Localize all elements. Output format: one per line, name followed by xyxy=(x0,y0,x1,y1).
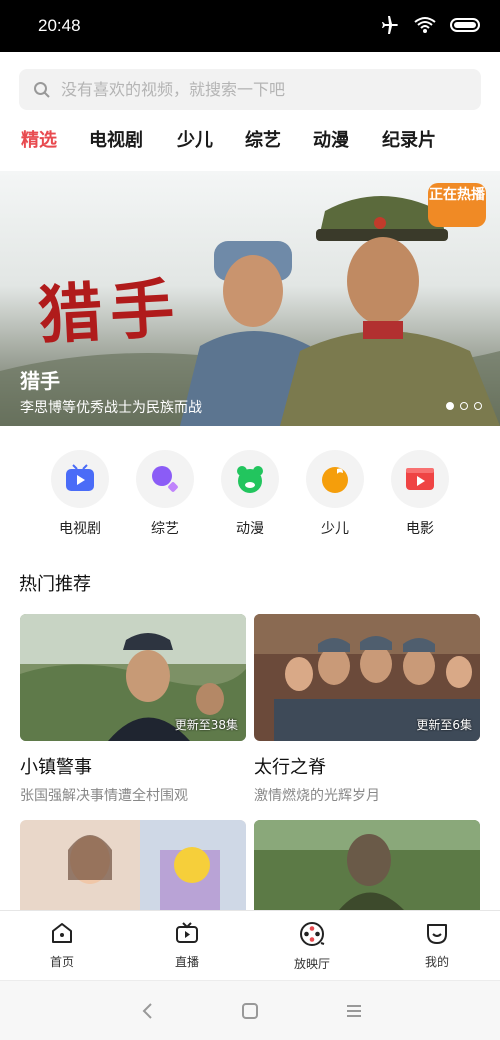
now-airing-badge: 正在热播 xyxy=(428,183,486,227)
home-icon xyxy=(52,923,72,943)
shortcut-label: 综艺 xyxy=(151,521,179,537)
video-title: 小镇警事 xyxy=(20,757,92,778)
tab-cinema[interactable]: 放映厅 xyxy=(272,921,352,972)
tab-label: 首页 xyxy=(49,955,74,969)
video-card[interactable]: 更新至38集 小镇警事 张国强解决事情遭全村围观 xyxy=(20,614,246,805)
hero-banner[interactable]: 猎手 正在热播 猎手 李思博等优秀战士为民族而战 xyxy=(0,171,500,426)
banner-title: 猎手 xyxy=(20,369,60,393)
video-subtitle: 张国强解决事情遭全村围观 xyxy=(20,788,188,804)
shortcut-label: 电视剧 xyxy=(59,521,101,537)
banner-calligraphy: 猎手 xyxy=(36,271,185,354)
shortcut-variety[interactable]: 综艺 xyxy=(135,450,195,538)
carousel-indicator xyxy=(446,402,482,410)
tab-home[interactable]: 首页 xyxy=(22,921,102,970)
status-bar: 20:48 xyxy=(0,0,500,52)
menu-icon xyxy=(347,1005,361,1017)
video-thumbnail: 更新至38集 xyxy=(20,614,246,741)
tab-kids[interactable]: 少儿 xyxy=(177,126,213,152)
video-card[interactable] xyxy=(254,820,480,910)
tv-icon xyxy=(66,464,94,491)
status-time: 20:48 xyxy=(38,16,81,35)
episode-update-label: 更新至6集 xyxy=(416,718,472,732)
movie-icon xyxy=(406,468,434,490)
shortcut-kids[interactable]: 少儿 xyxy=(305,450,365,538)
video-thumbnail xyxy=(254,820,480,910)
recents-button[interactable] xyxy=(342,999,366,1023)
tab-featured[interactable]: 精选 xyxy=(21,126,57,152)
tab-tv-series[interactable]: 电视剧 xyxy=(89,126,143,152)
video-thumbnail xyxy=(20,820,246,910)
episode-update-label: 更新至38集 xyxy=(174,718,238,732)
search-icon xyxy=(34,81,50,98)
video-thumbnail: 更新至6集 xyxy=(254,614,480,741)
battery-icon xyxy=(450,18,480,32)
tab-variety[interactable]: 综艺 xyxy=(245,126,281,152)
video-card[interactable] xyxy=(20,820,246,910)
tab-documentary[interactable]: 纪录片 xyxy=(382,126,436,152)
film-reel-icon xyxy=(300,922,325,946)
tab-label: 放映厅 xyxy=(293,957,330,971)
video-card[interactable]: 更新至6集 太行之脊 激情燃烧的光辉岁月 xyxy=(254,614,480,805)
category-shortcuts: 电视剧 综艺 动漫 少儿 电影 xyxy=(0,450,500,540)
airplane-icon xyxy=(382,16,398,34)
kids-icon xyxy=(322,467,348,493)
category-tabs: 精选 电视剧 少儿 综艺 动漫 纪录片 xyxy=(0,126,500,154)
home-square-icon xyxy=(242,1003,258,1019)
shortcut-label: 电影 xyxy=(406,521,434,537)
shortcut-tv-series[interactable]: 电视剧 xyxy=(50,450,110,538)
shortcut-label: 少儿 xyxy=(321,521,349,537)
shortcut-anime[interactable]: 动漫 xyxy=(220,450,280,538)
tab-label: 直播 xyxy=(174,955,199,969)
variety-icon xyxy=(152,466,178,492)
search-input[interactable] xyxy=(61,80,461,99)
back-icon xyxy=(142,1003,152,1019)
section-title: 热门推荐 xyxy=(19,574,91,595)
tab-label: 我的 xyxy=(424,955,449,969)
search-bar[interactable] xyxy=(19,69,481,110)
wifi-icon xyxy=(414,17,436,33)
system-nav-bar xyxy=(0,980,500,1040)
status-icons xyxy=(380,15,480,35)
profile-icon xyxy=(427,924,447,944)
shortcut-label: 动漫 xyxy=(236,521,264,537)
banner-subtitle: 李思博等优秀战士为民族而战 xyxy=(20,400,202,416)
anime-icon xyxy=(237,466,263,493)
video-title: 太行之脊 xyxy=(254,757,326,778)
tab-live[interactable]: 直播 xyxy=(147,921,227,970)
live-tv-icon xyxy=(176,922,198,943)
shortcut-movie[interactable]: 电影 xyxy=(390,450,450,538)
video-subtitle: 激情燃烧的光辉岁月 xyxy=(254,788,380,804)
bottom-tab-bar: 首页 直播 放映厅 我的 xyxy=(0,910,500,980)
back-button[interactable] xyxy=(136,999,160,1023)
home-button[interactable] xyxy=(238,999,262,1023)
tab-anime[interactable]: 动漫 xyxy=(313,126,349,152)
carousel-dot xyxy=(474,402,482,410)
tab-profile[interactable]: 我的 xyxy=(397,921,477,970)
carousel-dot-active xyxy=(446,402,454,410)
carousel-dot xyxy=(460,402,468,410)
